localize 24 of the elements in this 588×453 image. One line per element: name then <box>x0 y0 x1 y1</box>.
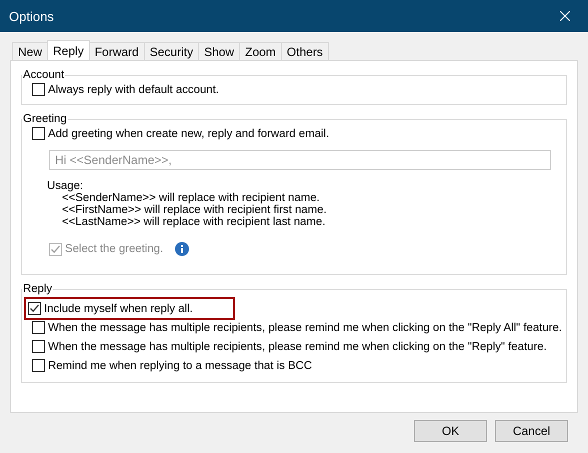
tab[interactable]: Security <box>144 42 200 60</box>
dialog-button[interactable]: Cancel <box>495 420 568 442</box>
check-icon <box>50 244 61 254</box>
checkbox-option[interactable]: When the message has multiple recipients, please remind me when clicking on the "Reply" feature. <box>32 340 547 353</box>
usage-label: Usage: <box>47 180 84 192</box>
checkbox-option[interactable]: Always reply with default account. <box>32 83 219 96</box>
greeting-field[interactable]: Hi <<SenderName>>, <box>49 150 551 170</box>
usage-text: <<FirstName>> will replace with recipient first name. <box>62 204 328 216</box>
checkbox-option[interactable]: Remind me when replying to a message that is BCC <box>32 359 312 372</box>
group-title: Reply <box>22 283 54 295</box>
usage-text: <<SenderName>> will replace with recipient name. <box>62 192 321 204</box>
group-title: Greeting <box>22 113 68 125</box>
info-icon[interactable] <box>175 242 190 256</box>
checkbox-option[interactable]: When the message has multiple recipients, please remind me when clicking on the "Reply All" feature. <box>32 321 562 334</box>
usage-text: <<LastName>> will replace with recipient last name. <box>62 216 326 228</box>
tab[interactable]: Reply <box>47 40 90 60</box>
tab[interactable]: Others <box>280 42 329 60</box>
check-icon <box>29 303 40 314</box>
tab[interactable]: New <box>12 42 48 60</box>
checkbox-option[interactable]: Add greeting when create new, reply and forward email. <box>32 127 330 140</box>
checkbox-option[interactable]: Include myself when reply all. <box>26 299 233 318</box>
window-title: Options <box>9 8 54 24</box>
group-title: Account <box>22 69 66 81</box>
dialog-button[interactable]: OK <box>414 420 487 442</box>
